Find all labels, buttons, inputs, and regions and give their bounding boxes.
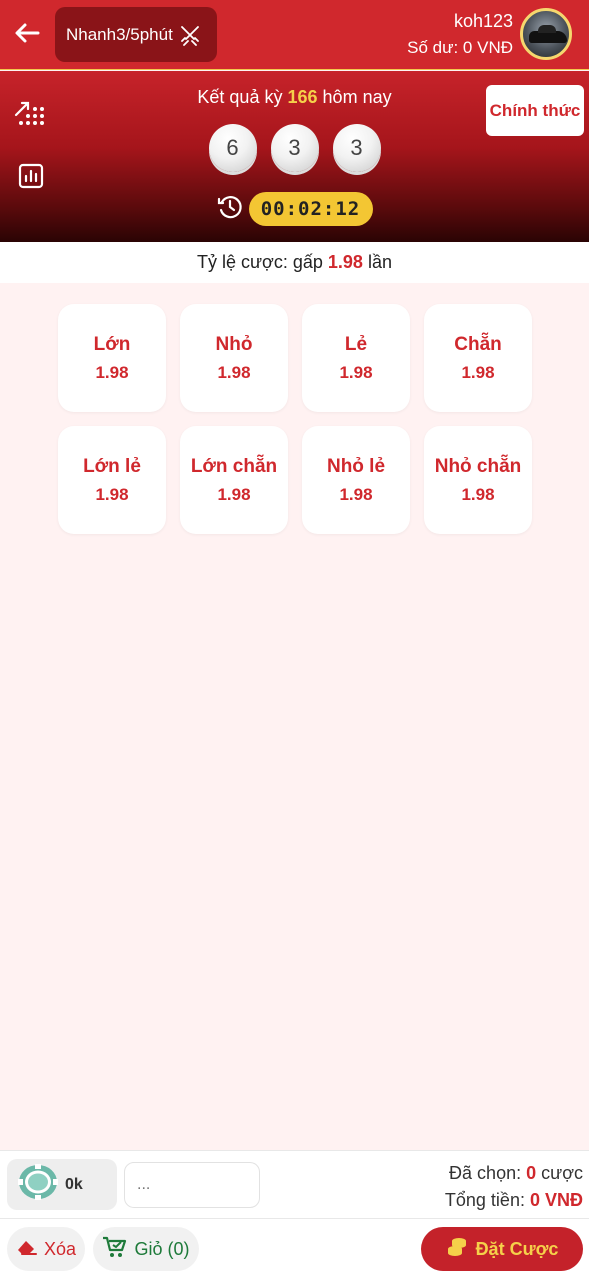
bet-label: Lẻ	[344, 333, 368, 355]
coins-icon	[446, 1236, 468, 1263]
cart-check-icon	[102, 1236, 128, 1263]
bet-label: Lớn lẻ	[83, 455, 141, 477]
place-bet-button[interactable]: Đặt Cược	[421, 1227, 583, 1271]
back-arrow-icon[interactable]	[12, 18, 42, 48]
game-selector-button[interactable]: Nhanh3/5phút	[55, 7, 217, 62]
bet-odds: 1.98	[461, 484, 495, 504]
cart-button[interactable]: Giỏ (0)	[93, 1227, 199, 1271]
bet-odds: 1.98	[461, 362, 495, 382]
bet-label: Chẵn	[454, 333, 502, 355]
bet-odds: 1.98	[339, 362, 373, 382]
action-bar: Xóa Giỏ (0) Đặt Cược	[0, 1218, 589, 1280]
top-bar: Nhanh3/5phút koh123 Số dư: 0 VNĐ	[0, 0, 589, 70]
result-ball: 3	[270, 124, 319, 172]
place-bet-label: Đặt Cược	[475, 1238, 559, 1259]
selected-unit: cược	[541, 1163, 583, 1183]
selected-label: Đã chọn:	[449, 1163, 522, 1183]
clear-button[interactable]: Xóa	[7, 1227, 85, 1271]
bet-option-lon-le[interactable]: Lớn lẻ 1.98	[58, 426, 166, 534]
result-ball: 6	[208, 124, 257, 172]
username: koh123	[453, 11, 513, 31]
clear-label: Xóa	[43, 1238, 77, 1259]
cart-label: Giỏ (0)	[134, 1238, 190, 1259]
result-panel: Kết quả kỳ 166 hôm nay Chính thức 6 3 3 …	[0, 71, 589, 242]
crossed-swords-icon	[179, 24, 201, 46]
odds-ratio-value: 1.98	[327, 252, 363, 272]
bet-label: Nhỏ lẻ	[326, 455, 386, 477]
bet-odds: 1.98	[217, 484, 251, 504]
result-title-suffix: hôm nay	[322, 87, 392, 107]
bet-option-le[interactable]: Lẻ 1.98	[302, 304, 410, 412]
bet-label: Nhỏ chẵn	[434, 455, 522, 477]
odds-ratio-prefix: Tỷ lệ cược: gấp	[196, 252, 323, 272]
user-info: koh123 Số dư: 0 VNĐ	[407, 10, 513, 59]
avatar[interactable]	[520, 8, 572, 60]
bet-label: Nhỏ	[215, 333, 253, 355]
bet-odds: 1.98	[95, 484, 129, 504]
bet-option-lon[interactable]: Lớn 1.98	[58, 304, 166, 412]
selected-count: 0	[526, 1163, 537, 1183]
countdown-timer: 00:02:12	[248, 192, 373, 226]
result-ball: 3	[332, 124, 381, 172]
bet-amount-input[interactable]	[124, 1162, 260, 1208]
bet-summary: Đã chọn: 0 cược Tổng tiền: 0 VNĐ	[445, 1160, 583, 1214]
bet-option-nho-le[interactable]: Nhỏ lẻ 1.98	[302, 426, 410, 534]
period-number: 166	[287, 87, 318, 107]
odds-ratio: Tỷ lệ cược: gấp 1.98 lần	[0, 242, 589, 283]
history-clock-icon[interactable]	[217, 194, 243, 225]
bet-odds: 1.98	[339, 484, 373, 504]
bet-grid: Lớn 1.98 Nhỏ 1.98 Lẻ 1.98 Chẵn 1.98 Lớn lẻ 1.…	[58, 304, 532, 534]
countdown-row: 00:02:12	[0, 192, 589, 226]
selected-count-row: Đã chọn: 0 cược	[445, 1160, 583, 1187]
chip-amount: 0k	[65, 1175, 83, 1193]
bet-amount-bar: 0k Đã chọn: 0 cược Tổng tiền: 0 VNĐ	[0, 1150, 589, 1218]
bet-label: Lớn chẵn	[190, 455, 278, 477]
total-row: Tổng tiền: 0 VNĐ	[445, 1187, 583, 1214]
odds-ratio-suffix: lần	[367, 252, 392, 272]
bet-option-chan[interactable]: Chẵn 1.98	[424, 304, 532, 412]
bet-option-nho[interactable]: Nhỏ 1.98	[180, 304, 288, 412]
total-value: 0 VNĐ	[529, 1190, 583, 1210]
bet-option-lon-chan[interactable]: Lớn chẵn 1.98	[180, 426, 288, 534]
eraser-icon	[16, 1238, 38, 1261]
poker-chip-icon	[17, 1163, 59, 1206]
bet-option-nho-chan[interactable]: Nhỏ chẵn 1.98	[424, 426, 532, 534]
bet-odds: 1.98	[95, 362, 129, 382]
balance: Số dư: 0 VNĐ	[407, 38, 513, 57]
total-label: Tổng tiền:	[444, 1190, 525, 1210]
game-name: Nhanh3/5phút	[66, 24, 173, 44]
bet-label: Lớn	[93, 333, 131, 355]
result-title-prefix: Kết quả kỳ	[197, 87, 283, 107]
bet-odds: 1.98	[217, 362, 251, 382]
chip-selector[interactable]: 0k	[7, 1159, 117, 1210]
result-balls: 6 3 3	[0, 124, 589, 172]
